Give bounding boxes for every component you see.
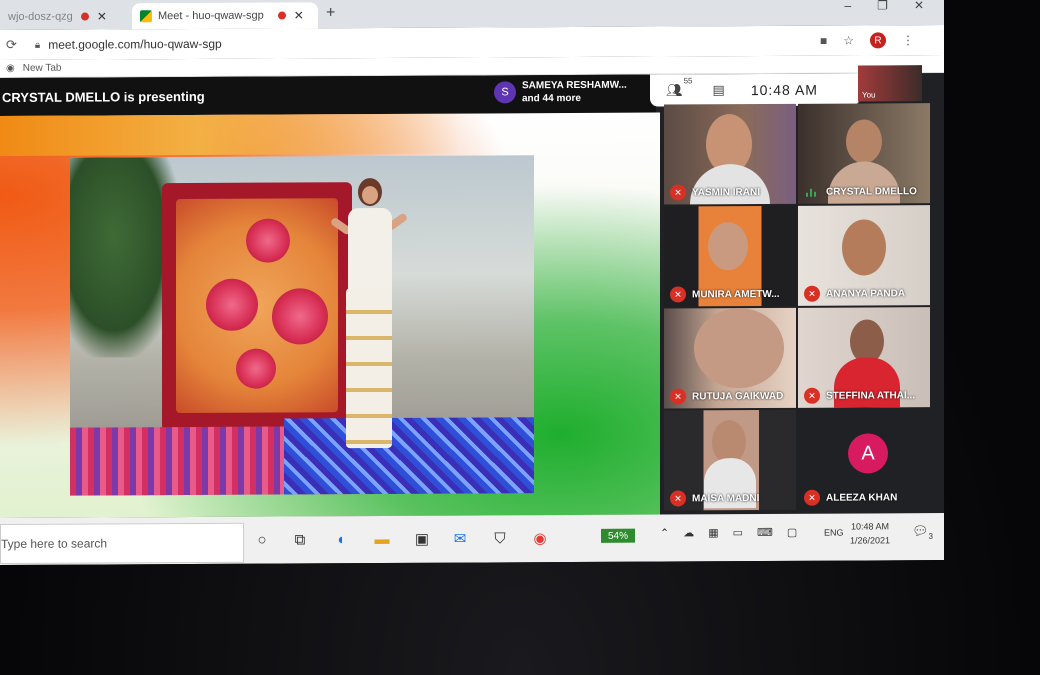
participant-name: YASMIN IRANI xyxy=(692,187,760,199)
cortana-icon[interactable]: ○ xyxy=(252,530,272,550)
presenting-label: CRYSTAL DMELLO is presenting xyxy=(2,88,205,105)
more-menu-icon[interactable]: ⋮ xyxy=(902,33,914,47)
chevron-up-icon[interactable]: ⌃ xyxy=(660,526,669,539)
taskbar-date: 1/26/2021 xyxy=(850,535,891,546)
participant-chip[interactable]: S SAMEYA RESHAMW... and 44 more xyxy=(494,79,627,106)
participant-tile[interactable]: ✕ MAISA MADNI xyxy=(664,409,796,511)
display-icon[interactable]: ▢ xyxy=(787,526,797,539)
dancer-image xyxy=(329,177,409,478)
blanket-image xyxy=(162,182,352,432)
url-field[interactable]: meet.google.com/huo-qwaw-sgp xyxy=(48,37,221,52)
store-icon[interactable]: ▣ xyxy=(412,529,432,549)
taskbar-search-input[interactable]: Type here to search xyxy=(0,522,244,564)
chip-name: SAMEYA RESHAMW... xyxy=(522,79,627,92)
participant-name: MUNIRA AMETW... xyxy=(692,288,780,301)
chip-text: SAMEYA RESHAMW... and 44 more xyxy=(522,79,627,106)
chrome-icon[interactable]: ◉ xyxy=(530,528,550,548)
address-bar-actions: ■ ☆ R ⋮ xyxy=(820,32,914,49)
mic-off-icon: ✕ xyxy=(804,489,820,506)
self-view-tile[interactable]: You xyxy=(858,65,922,102)
mic-off-icon: ✕ xyxy=(670,388,686,405)
presented-video xyxy=(70,155,534,496)
mail-icon[interactable]: ✉ xyxy=(450,529,470,549)
avatar: A xyxy=(848,433,888,474)
mic-off-icon: ✕ xyxy=(804,285,820,302)
mic-off-icon: ✕ xyxy=(670,286,686,303)
lock-icon[interactable]: 🔒︎ xyxy=(35,39,40,50)
mic-off-icon: ✕ xyxy=(670,490,686,507)
chat-icon[interactable]: ▤ xyxy=(713,82,725,98)
security-shield-icon[interactable]: ⛉ xyxy=(490,528,510,548)
globe-icon: ◉ xyxy=(6,62,15,74)
participant-name: ALEEZA KHAN xyxy=(826,492,898,504)
participant-tile[interactable]: ✕ STEFFINA ATHAI... xyxy=(798,307,930,408)
cloud-icon[interactable]: ☁ xyxy=(683,526,694,539)
battery-icon[interactable]: ▭ xyxy=(733,526,743,539)
participant-tile[interactable]: ✕ ANANYA PANDA xyxy=(798,205,930,306)
rug-blue-image xyxy=(284,417,534,495)
profile-avatar[interactable]: R xyxy=(870,32,886,49)
presentation-stage xyxy=(0,112,660,518)
battery-indicator[interactable]: 54% xyxy=(601,528,635,543)
new-tab-button[interactable]: + xyxy=(326,4,335,22)
taskbar-time: 10:48 AM xyxy=(851,521,890,532)
participant-tile[interactable]: ✕ YASMIN IRANI xyxy=(664,103,796,205)
address-bar: ⟳ 🔒︎ meet.google.com/huo-qwaw-sgp ■ ☆ R … xyxy=(0,25,944,60)
mic-off-icon: ✕ xyxy=(670,184,686,201)
meet-favicon-icon xyxy=(140,10,152,23)
camera-icon[interactable]: ■ xyxy=(820,34,827,48)
meet-top-controls: 👥︎ 55 ▤ 10:48 AM xyxy=(650,73,860,107)
system-tray: ⌃ ☁ ▦ ▭ ⌨ ▢ xyxy=(660,526,797,540)
minimize-icon[interactable]: – xyxy=(844,0,851,13)
tab-meet-other[interactable]: wjo-dosz-qzg ✕ xyxy=(0,3,130,30)
tab-meet-active[interactable]: Meet - huo-qwaw-sgp ✕ xyxy=(132,2,318,30)
recording-dot-icon xyxy=(277,11,286,20)
close-icon[interactable]: ✕ xyxy=(97,9,107,23)
window-controls: – ❐ ✕ xyxy=(844,0,924,13)
notification-icon[interactable]: 💬︎3 xyxy=(912,523,933,541)
screen: wjo-dosz-qzg ✕ Meet - huo-qwaw-sgp ✕ + –… xyxy=(0,0,944,565)
search-placeholder: Type here to search xyxy=(1,536,108,551)
people-icon[interactable]: 👥︎ 55 xyxy=(666,76,693,98)
close-icon[interactable]: ✕ xyxy=(294,8,304,22)
notification-count: 3 xyxy=(928,531,933,541)
windows-taskbar: Type here to search ○ ⧉ ◐ ▬ ▣ ✉ ⛉ ◉ 54% … xyxy=(0,513,944,565)
participant-tile[interactable]: ✕ MUNIRA AMETW... xyxy=(664,205,796,307)
chip-more: and 44 more xyxy=(522,92,581,105)
close-window-icon[interactable]: ✕ xyxy=(914,0,924,12)
file-explorer-icon[interactable]: ▬ xyxy=(372,529,392,549)
star-icon[interactable]: ☆ xyxy=(843,34,854,48)
bookmark-new-tab[interactable]: New Tab xyxy=(23,63,62,74)
you-label: You xyxy=(862,90,876,100)
mic-off-icon: ✕ xyxy=(804,387,820,404)
participant-tile[interactable]: A ✕ ALEEZA KHAN xyxy=(798,409,930,510)
tab-label: wjo-dosz-qzg xyxy=(8,10,73,23)
participant-name: CRYSTAL DMELLO xyxy=(826,186,917,198)
reload-icon[interactable]: ⟳ xyxy=(6,37,17,53)
keyboard-icon[interactable]: ⌨ xyxy=(757,526,773,539)
language-indicator[interactable]: ENG xyxy=(824,528,844,538)
meet-call: CRYSTAL DMELLO is presenting S SAMEYA RE… xyxy=(0,65,944,518)
participant-name: ANANYA PANDA xyxy=(826,288,906,300)
participant-tile[interactable]: CRYSTAL DMELLO xyxy=(798,103,930,204)
maximize-icon[interactable]: ❐ xyxy=(877,0,888,12)
participant-name: RUTUJA GAIKWAD xyxy=(692,390,784,403)
presenting-bar: CRYSTAL DMELLO is presenting S SAMEYA RE… xyxy=(0,74,656,116)
meet-clock: 10:48 AM xyxy=(750,81,818,99)
avatar: S xyxy=(494,81,516,104)
participant-grid: ✕ YASMIN IRANI CRYSTAL DMELLO ✕ MUNIRA A… xyxy=(664,103,944,514)
network-icon[interactable]: ▦ xyxy=(708,526,718,539)
people-count: 55 xyxy=(683,76,693,86)
edge-icon[interactable]: ◐ xyxy=(332,529,352,549)
mic-active-icon xyxy=(806,188,818,197)
participant-name: STEFFINA ATHAI... xyxy=(826,390,916,402)
taskbar-clock[interactable]: 10:48 AM 1/26/2021 xyxy=(850,519,890,547)
recording-dot-icon xyxy=(80,12,89,21)
task-view-icon[interactable]: ⧉ xyxy=(290,529,310,549)
participant-tile[interactable]: ✕ RUTUJA GAIKWAD xyxy=(664,307,796,409)
participant-name: MAISA MADNI xyxy=(692,493,760,505)
tab-label: Meet - huo-qwaw-sgp xyxy=(158,9,264,23)
